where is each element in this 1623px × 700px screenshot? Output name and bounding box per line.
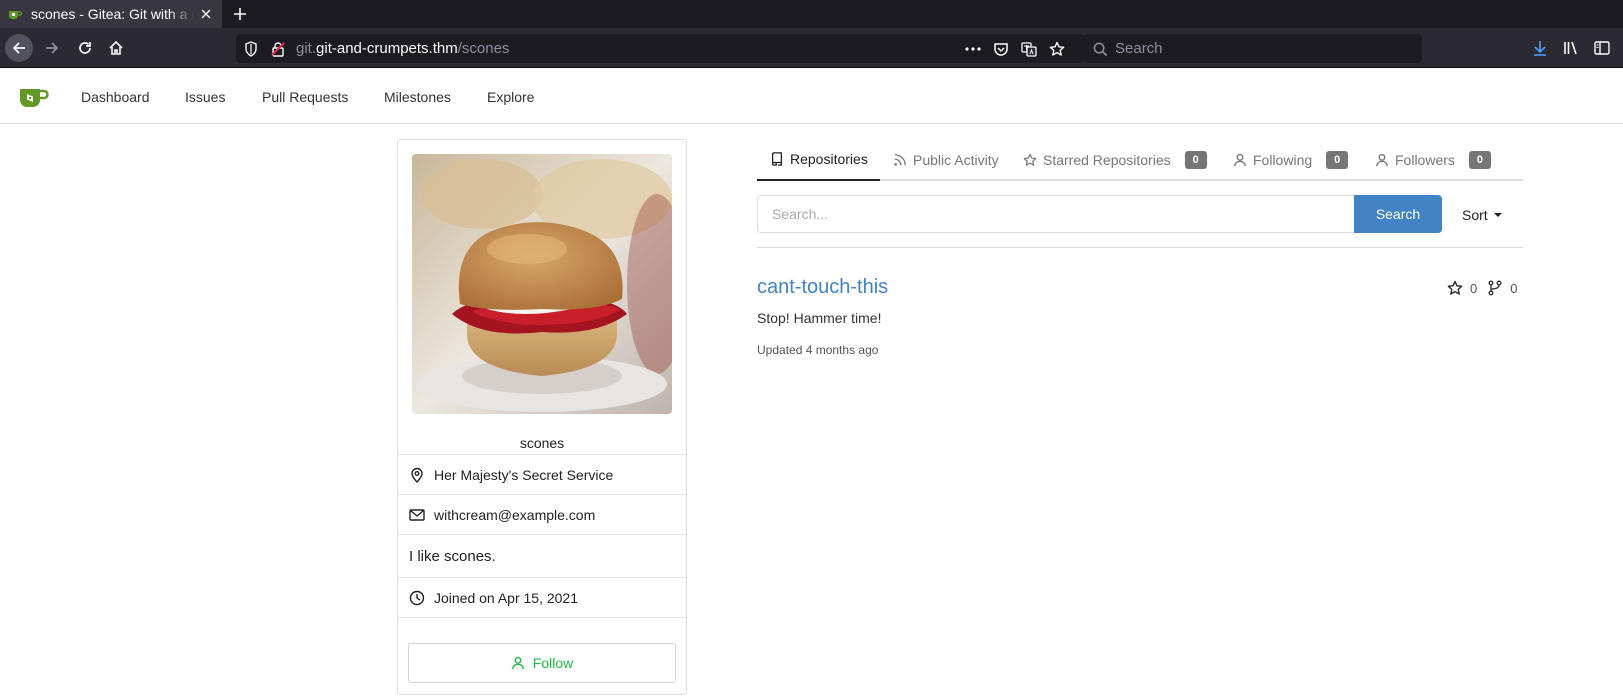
repo-stats: 0 0	[1447, 280, 1517, 296]
repo-star-count: 0	[1470, 280, 1478, 296]
url-host: git-and-crumpets.thm	[316, 40, 458, 57]
insecure-lock-icon[interactable]	[269, 40, 287, 58]
follow-button[interactable]: Follow	[408, 643, 676, 683]
tab-label: Following	[1253, 152, 1313, 168]
url-path: /scones	[457, 40, 510, 57]
address-bar[interactable]: git.git-and-crumpets.thm/scones	[236, 34, 1084, 63]
tab-following[interactable]: Following 0	[1233, 139, 1349, 181]
divider	[757, 247, 1523, 248]
browser-toolbar: git.git-and-crumpets.thm/scones Search	[0, 28, 1623, 68]
tab-starred-repositories[interactable]: Starred Repositories 0	[1023, 139, 1207, 181]
nav-pull-requests[interactable]: Pull Requests	[262, 89, 348, 105]
tab-repositories[interactable]: Repositories	[757, 139, 880, 181]
rss-icon	[894, 154, 906, 166]
profile-email[interactable]: withcream@example.com	[434, 507, 595, 523]
gitea-navbar: Dashboard Issues Pull Requests Milestone…	[0, 69, 1623, 124]
tab-label: Public Activity	[913, 152, 999, 168]
avatar[interactable]	[412, 154, 672, 414]
person-icon	[1234, 153, 1246, 167]
profile-joined-row: Joined on Apr 15, 2021	[398, 577, 686, 617]
star-icon	[1447, 280, 1463, 295]
profile-card: scones Her Majesty's Secret Service with…	[397, 139, 687, 695]
profile-email-row: withcream@example.com	[398, 494, 686, 534]
tab-public-activity[interactable]: Public Activity	[893, 139, 999, 181]
library-icon[interactable]	[1557, 34, 1585, 62]
nav-dashboard[interactable]: Dashboard	[81, 89, 150, 105]
repo-fork-count: 0	[1510, 280, 1518, 296]
sort-dropdown[interactable]: Sort	[1462, 207, 1502, 223]
home-icon[interactable]	[102, 34, 130, 62]
profile-username: scones	[519, 435, 565, 451]
following-count-badge: 0	[1326, 151, 1349, 169]
profile-location-row: Her Majesty's Secret Service	[398, 454, 686, 494]
sidebar-toggle-icon[interactable]	[1588, 34, 1616, 62]
repo-name-link[interactable]: cant-touch-this	[757, 276, 888, 299]
browser-search-field[interactable]: Search	[1083, 34, 1422, 63]
tab-label: Starred Repositories	[1043, 152, 1171, 168]
nav-issues[interactable]: Issues	[185, 89, 225, 105]
browser-search-placeholder: Search	[1115, 40, 1163, 57]
clock-icon	[409, 590, 425, 605]
nav-explore[interactable]: Explore	[487, 89, 534, 105]
reload-icon[interactable]	[71, 34, 99, 62]
browser-tab[interactable]: scones - Gitea: Git with a cup of tea	[0, 0, 222, 28]
person-icon	[511, 656, 524, 670]
repo-description: Stop! Hammer time!	[757, 310, 882, 326]
fork-icon	[1488, 280, 1502, 296]
url-host-prefix: git.	[296, 40, 317, 57]
search-icon	[1091, 40, 1109, 58]
tab-label: Followers	[1395, 152, 1455, 168]
page-actions-icon[interactable]	[964, 40, 982, 58]
new-tab-icon[interactable]	[222, 0, 258, 28]
downloads-icon[interactable]	[1526, 34, 1554, 62]
repo-updated-time: Updated 4 months ago	[757, 343, 879, 357]
profile-location: Her Majesty's Secret Service	[434, 466, 614, 483]
tab-followers[interactable]: Followers 0	[1375, 139, 1492, 181]
browser-tab-title: scones - Gitea: Git with a cup of tea	[31, 6, 194, 22]
repo-search-input[interactable]	[757, 195, 1355, 233]
sort-label: Sort	[1462, 207, 1488, 223]
repo-icon	[771, 152, 783, 166]
gitea-favicon-icon	[9, 11, 22, 19]
back-arrow-icon[interactable]	[5, 34, 33, 62]
followers-count-badge: 0	[1468, 151, 1492, 169]
tab-label: Repositories	[790, 151, 868, 167]
profile-tabs: Repositories Public Activity Starred Rep…	[757, 139, 1523, 181]
profile-bio: I like scones.	[409, 547, 496, 565]
caret-down-icon	[1493, 213, 1502, 217]
profile-bio-row: I like scones.	[398, 534, 686, 577]
close-tab-icon[interactable]	[198, 6, 214, 22]
repo-search-button[interactable]: Search	[1354, 195, 1442, 233]
star-icon	[1023, 153, 1037, 166]
person-icon	[1376, 153, 1388, 167]
browser-tab-strip: scones - Gitea: Git with a cup of tea	[0, 0, 1623, 28]
starred-count-badge: 0	[1184, 151, 1207, 169]
nav-milestones[interactable]: Milestones	[384, 89, 451, 105]
location-pin-icon	[411, 467, 423, 483]
gitea-logo-icon[interactable]	[18, 84, 50, 110]
forward-arrow-icon[interactable]	[38, 34, 66, 62]
mail-icon	[409, 508, 425, 521]
pocket-icon[interactable]	[992, 40, 1010, 58]
url-text[interactable]: git.git-and-crumpets.thm/scones	[296, 40, 509, 57]
profile-joined: Joined on Apr 15, 2021	[434, 589, 579, 606]
tracking-shield-icon[interactable]	[242, 40, 260, 58]
divider	[398, 617, 686, 618]
follow-label: Follow	[532, 655, 574, 671]
bookmark-star-icon[interactable]	[1048, 40, 1066, 58]
translate-icon[interactable]	[1020, 40, 1038, 58]
scone-photo-image	[412, 154, 672, 414]
